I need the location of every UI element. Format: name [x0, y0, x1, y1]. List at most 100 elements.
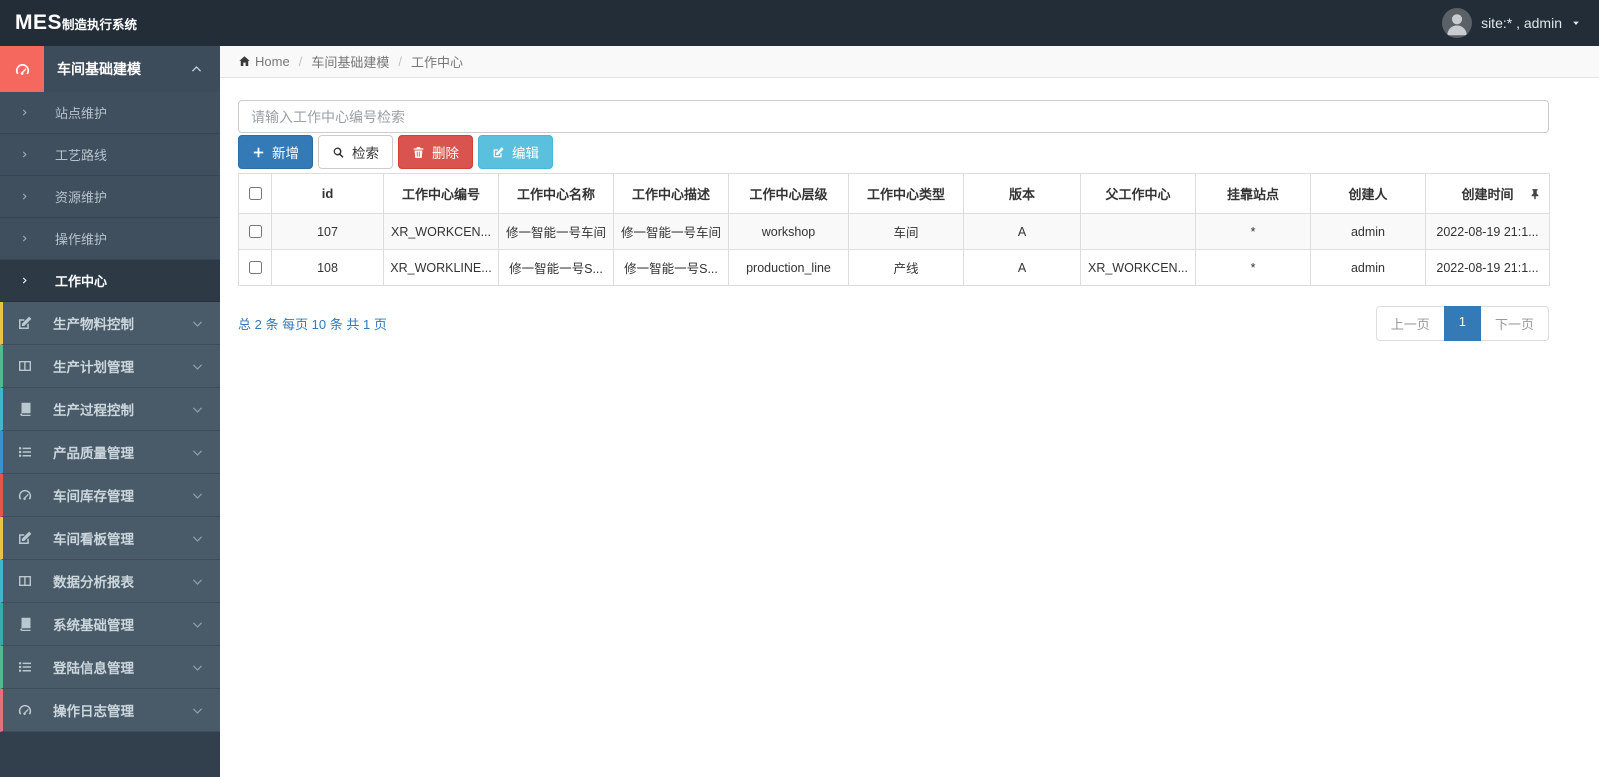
table-row[interactable]: 107 XR_WORKCEN... 修一智能一号车间 修一智能一号车间 work… [238, 213, 1550, 250]
pagination: 上一页 1 下一页 [1375, 306, 1549, 341]
header-name: 工作中心名称 [498, 173, 614, 214]
chevron-right-icon [21, 108, 30, 117]
cell-code: XR_WORKCEN... [383, 213, 499, 250]
sidebar-item-production-process[interactable]: 生产过程控制 [0, 388, 220, 431]
sidebar-item-label: 车间基础建模 [57, 61, 141, 77]
header-created-time: 创建时间 [1425, 173, 1550, 214]
chevron-down-icon [192, 662, 203, 673]
header-created-time-label: 创建时间 [1461, 187, 1514, 202]
cell-created-time: 2022-08-19 21:1... [1425, 249, 1550, 286]
edit-button[interactable]: 编辑 [478, 135, 553, 169]
breadcrumb-home-label: Home [255, 54, 290, 69]
header-description: 工作中心描述 [613, 173, 729, 214]
gauge-icon [17, 702, 33, 718]
breadcrumb: Home / 车间基础建模 / 工作中心 [220, 46, 1599, 78]
sidebar-subitem-operation-maintenance[interactable]: 操作维护 [0, 218, 220, 260]
book-icon [17, 616, 33, 632]
sidebar-item-login-info[interactable]: 登陆信息管理 [0, 646, 220, 689]
sidebar-item-label: 系统基础管理 [53, 618, 134, 633]
table-row[interactable]: 108 XR_WORKLINE... 修一智能一号S... 修一智能一号S...… [238, 249, 1550, 286]
home-icon [238, 55, 251, 68]
pencil-square-icon [17, 530, 33, 546]
sidebar-subitem-process-route[interactable]: 工艺路线 [0, 134, 220, 176]
pagination-page-1[interactable]: 1 [1443, 306, 1481, 341]
user-label: site:* , admin [1481, 15, 1562, 31]
sidebar-item-operation-log[interactable]: 操作日志管理 [0, 689, 220, 732]
breadcrumb-home[interactable]: Home [238, 54, 290, 69]
chevron-right-icon [21, 276, 30, 285]
sidebar-item-label: 操作日志管理 [53, 704, 134, 719]
search-input[interactable] [238, 100, 1549, 133]
delete-button-label: 删除 [432, 146, 459, 161]
record-summary: 总 2 条 每页 10 条 共 1 页 [238, 317, 387, 332]
logo-text-primary: MES [15, 11, 63, 34]
header-type: 工作中心类型 [848, 173, 964, 214]
cell-description: 修一智能一号车间 [613, 213, 729, 250]
search-button[interactable]: 检索 [318, 135, 393, 169]
sidebar: 车间基础建模 站点维护 工艺路线 资源维护 操作维护 工作中心 生产物料控制 生… [0, 46, 220, 777]
sidebar-item-workshop-kanban[interactable]: 车间看板管理 [0, 517, 220, 560]
work-center-table: id 工作中心编号 工作中心名称 工作中心描述 工作中心层级 工作中心类型 版本… [238, 173, 1550, 286]
avatar [1442, 8, 1473, 38]
search-icon [332, 146, 345, 159]
delete-button[interactable]: 删除 [398, 135, 473, 169]
user-menu[interactable]: site:* , admin [1442, 8, 1581, 38]
columns-icon [17, 358, 33, 374]
book-icon [17, 401, 33, 417]
cell-code: XR_WORKLINE... [383, 249, 499, 286]
cell-id: 108 [271, 249, 384, 286]
pagination-prev[interactable]: 上一页 [1375, 306, 1445, 341]
sidebar-subitem-resource-maintenance[interactable]: 资源维护 [0, 176, 220, 218]
cell-created-time: 2022-08-19 21:1... [1425, 213, 1550, 250]
sidebar-subitem-label: 操作维护 [55, 232, 108, 247]
header-level: 工作中心层级 [728, 173, 849, 214]
header-creator: 创建人 [1310, 173, 1426, 214]
sidebar-subitem-station-maintenance[interactable]: 站点维护 [0, 92, 220, 134]
chevron-right-icon [21, 192, 30, 201]
cell-name: 修一智能一号车间 [498, 213, 614, 250]
sidebar-item-label: 数据分析报表 [53, 575, 134, 590]
sidebar-item-product-quality[interactable]: 产品质量管理 [0, 431, 220, 474]
sidebar-item-production-material[interactable]: 生产物料控制 [0, 302, 220, 345]
cell-level: workshop [728, 213, 849, 250]
chevron-right-icon [21, 234, 30, 243]
gauge-icon [0, 46, 44, 92]
header-version: 版本 [963, 173, 1081, 214]
row-checkbox[interactable] [249, 225, 262, 238]
chevron-down-icon [192, 447, 203, 458]
sidebar-item-workshop-modeling[interactable]: 车间基础建模 [0, 46, 220, 92]
cell-version: A [963, 213, 1081, 250]
sidebar-subitem-label: 站点维护 [55, 106, 108, 121]
add-button[interactable]: 新增 [238, 135, 313, 169]
cell-station: * [1195, 213, 1311, 250]
table-header-row: id 工作中心编号 工作中心名称 工作中心描述 工作中心层级 工作中心类型 版本… [238, 173, 1550, 214]
select-all-checkbox[interactable] [249, 187, 262, 200]
sidebar-item-system-base[interactable]: 系统基础管理 [0, 603, 220, 646]
header-parent: 父工作中心 [1080, 173, 1196, 214]
chevron-down-icon [192, 576, 203, 587]
sidebar-item-production-plan[interactable]: 生产计划管理 [0, 345, 220, 388]
chevron-down-icon [192, 361, 203, 372]
chevron-down-icon [192, 705, 203, 716]
chevron-down-icon [192, 533, 203, 544]
sidebar-item-data-analysis[interactable]: 数据分析报表 [0, 560, 220, 603]
pencil-square-icon [17, 315, 33, 331]
sidebar-subitem-work-center[interactable]: 工作中心 [0, 260, 220, 302]
columns-icon [17, 573, 33, 589]
sidebar-item-workshop-inventory[interactable]: 车间库存管理 [0, 474, 220, 517]
cell-parent: XR_WORKCEN... [1080, 249, 1196, 286]
cell-type: 产线 [848, 249, 964, 286]
sidebar-item-label: 车间库存管理 [53, 489, 134, 504]
cell-name: 修一智能一号S... [498, 249, 614, 286]
breadcrumb-section[interactable]: 车间基础建模 [311, 52, 389, 71]
breadcrumb-separator: / [298, 54, 303, 69]
top-navbar: MES 制造执行系统 site:* , admin [0, 0, 1599, 46]
sidebar-item-label: 生产物料控制 [53, 317, 134, 332]
cell-parent [1080, 213, 1196, 250]
chevron-down-icon [192, 619, 203, 630]
pagination-next[interactable]: 下一页 [1479, 306, 1549, 341]
cell-id: 107 [271, 213, 384, 250]
pin-icon[interactable] [1529, 188, 1541, 200]
row-checkbox[interactable] [249, 261, 262, 274]
main-content: Home / 车间基础建模 / 工作中心 新增 [220, 46, 1599, 777]
